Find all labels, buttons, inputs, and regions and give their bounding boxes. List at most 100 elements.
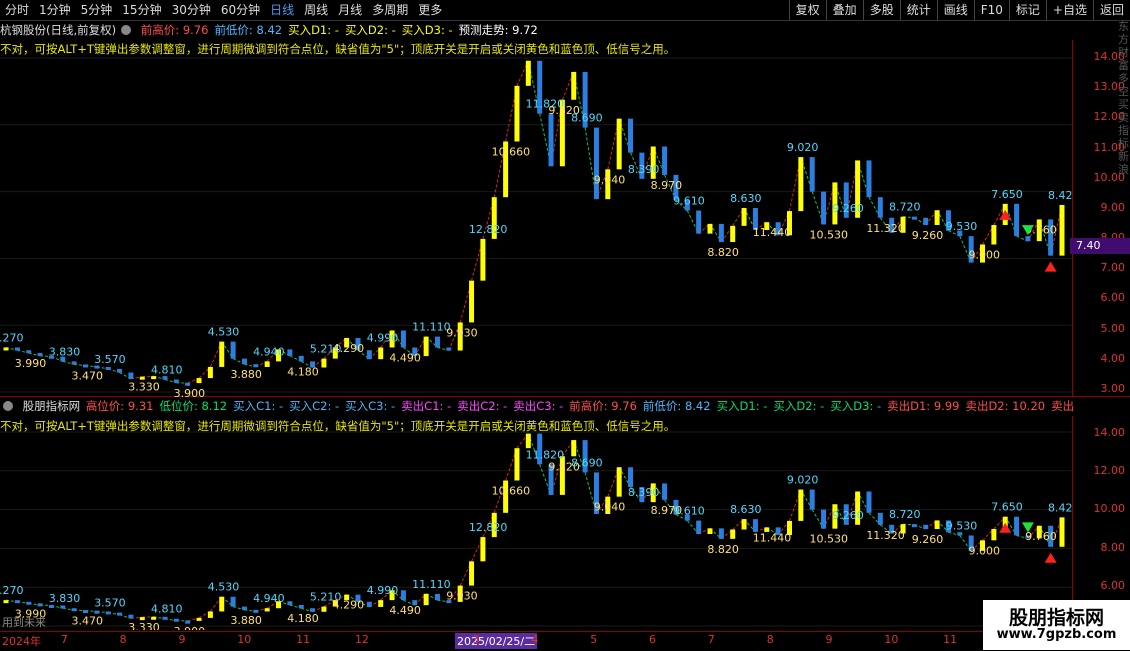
price-label: 8.970 [651, 179, 683, 192]
price-candle [866, 491, 871, 512]
price-candle [128, 615, 133, 619]
price-candle [742, 208, 747, 226]
price-candle [821, 510, 826, 529]
price-candle [480, 537, 485, 561]
price-candle [878, 197, 883, 218]
price-label: 10.660 [492, 146, 531, 159]
price-label: 9.610 [673, 195, 705, 208]
price-candle [798, 157, 803, 211]
price-label: 3.830 [49, 345, 81, 358]
price-candle [378, 347, 383, 359]
price-candle [253, 610, 258, 613]
price-label: 8.690 [571, 456, 603, 469]
price-label: 9.610 [673, 505, 705, 518]
price-candle [991, 529, 996, 540]
watermark-title: 股朋指标网 [983, 603, 1130, 630]
price-candle [617, 119, 622, 170]
date-label: 7 [61, 633, 68, 646]
axis-tick: 10.00 [1094, 502, 1126, 515]
price-candle [242, 359, 247, 365]
axis-tick: 14.00 [1094, 426, 1126, 439]
price-label: 12.820 [469, 521, 508, 534]
axis-tick: 8.00 [1101, 541, 1126, 554]
price-candle [810, 490, 815, 510]
price-label: 3.570 [94, 597, 126, 610]
price-candle [798, 490, 803, 521]
price-label: 4.180 [287, 612, 319, 625]
price-candle [866, 160, 871, 197]
date-label: 5 [590, 633, 597, 646]
price-candle [367, 602, 372, 607]
price-candle [299, 356, 304, 362]
price-candle [730, 226, 735, 242]
price-label: 3.570 [94, 353, 126, 366]
toolbar-button[interactable]: 返回 [1093, 0, 1130, 20]
price-label: 9.930 [446, 326, 478, 339]
price-label: 8.390 [628, 486, 660, 499]
price-label: 3.900 [174, 387, 206, 400]
price-candle [435, 337, 440, 348]
price-candle [174, 619, 179, 622]
price-candle [83, 364, 88, 367]
price-candle [991, 225, 996, 244]
price-label: 8.820 [707, 543, 739, 556]
price-candle [923, 525, 928, 529]
price-label: 8.420 [1048, 189, 1072, 202]
price-label: 3.470 [71, 370, 103, 383]
signal-triangle-icon [1045, 553, 1057, 563]
signal-triangle-icon [1045, 262, 1057, 272]
date-label: 10 [884, 633, 898, 646]
price-label: 9.530 [946, 519, 978, 532]
price-candle [1060, 205, 1065, 256]
price-candle [26, 350, 31, 353]
price-candle [117, 613, 122, 616]
price-candle [378, 600, 383, 607]
axis-tick: 6.00 [1101, 579, 1126, 592]
date-label: 8 [767, 633, 774, 646]
price-candle [140, 617, 145, 620]
price-label: 9.020 [787, 474, 819, 487]
price-label: 9.020 [787, 141, 819, 154]
price-candle [208, 611, 213, 617]
price-candle [4, 347, 9, 350]
price-candle [162, 376, 167, 379]
price-candle [662, 147, 667, 175]
price-candle [287, 601, 292, 605]
price-label: 9.000 [969, 248, 1001, 261]
side-text-strip: 东方财富多空买卖指标新浪 [1118, 20, 1130, 400]
price-label: 4.990 [367, 331, 399, 344]
price-label: 3.880 [230, 614, 261, 627]
price-candle [15, 347, 20, 350]
price-candle [957, 532, 962, 535]
price-label: 12.820 [469, 223, 508, 236]
price-candle [219, 597, 224, 612]
signal-triangle-icon [999, 523, 1011, 533]
price-label: 9.040 [594, 173, 626, 186]
price-candle [4, 600, 9, 603]
price-candle [878, 513, 883, 525]
price-label: 8.630 [730, 192, 762, 205]
price-label: 4.530 [208, 581, 240, 594]
price-candle [469, 561, 474, 585]
price-label: 4.290 [333, 599, 365, 612]
price-candle [83, 610, 88, 613]
price-candle [265, 361, 270, 367]
price-candle [935, 520, 940, 529]
price-label: 4.270 [0, 331, 24, 344]
price-candle [219, 342, 224, 367]
price-label: 8.420 [1048, 501, 1072, 514]
price-chart[interactable]: 4.2703.9903.8303.4703.5703.3304.8103.900… [0, 0, 1072, 630]
price-label: 3.330 [128, 621, 160, 630]
date-label: 9 [826, 633, 833, 646]
price-candle [935, 210, 940, 225]
price-candle [696, 211, 701, 234]
price-candle [424, 337, 429, 356]
price-candle [197, 378, 202, 383]
price-label: 3.880 [230, 368, 261, 381]
price-label: 10.530 [810, 533, 849, 546]
price-candle [38, 603, 43, 606]
price-label: 9.930 [446, 590, 478, 603]
price-candle [15, 600, 20, 603]
price-label: 10.660 [492, 485, 531, 498]
price-candle [151, 376, 156, 379]
